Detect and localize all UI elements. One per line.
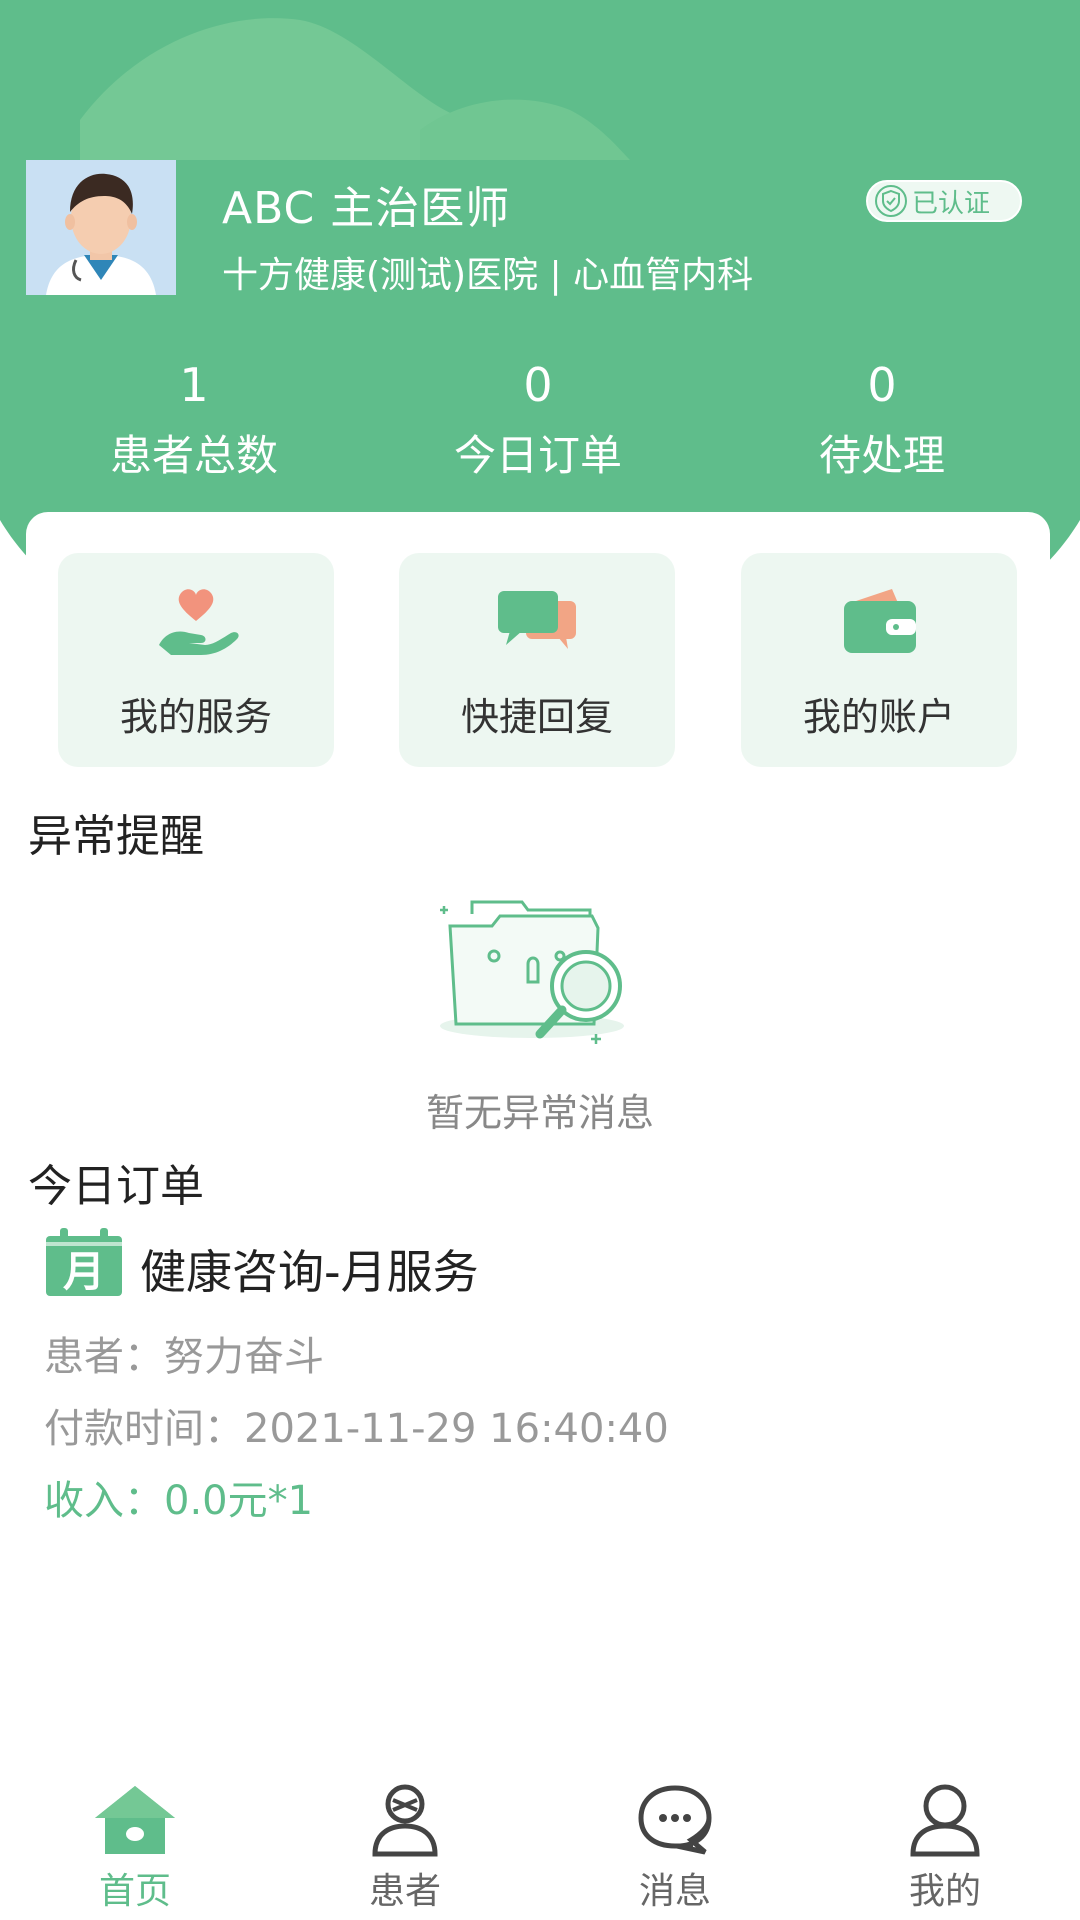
stat-label: 今日订单 [453, 431, 622, 480]
stat-today-orders[interactable]: 0 今日订单 [408, 352, 668, 483]
quick-action-quick-reply[interactable]: 快捷回复 [399, 553, 675, 767]
alerts-section-title: 异常提醒 [28, 811, 204, 862]
home-icon [95, 1786, 175, 1854]
shield-check-icon [875, 185, 907, 217]
tab-label: 患者 [368, 1871, 441, 1912]
quick-action-label: 快捷回复 [460, 695, 613, 739]
alerts-empty-text: 暂无异常消息 [425, 1091, 654, 1135]
quick-action-my-service[interactable]: 我的服务 [58, 553, 334, 767]
quick-action-label: 我的服务 [119, 695, 272, 739]
verified-label: 已认证 [912, 188, 991, 219]
tab-home[interactable]: 首页 [0, 1760, 270, 1920]
stat-pending[interactable]: 0 待处理 [752, 352, 1012, 483]
stat-patients-total[interactable]: 1 患者总数 [64, 352, 324, 483]
wallet-icon [844, 589, 916, 653]
doctor-name: ABC 主治医师 [222, 183, 511, 234]
tab-label: 我的 [908, 1871, 981, 1912]
stat-value: 1 [179, 358, 209, 412]
tab-label: 消息 [638, 1871, 711, 1912]
orders-section-title: 今日订单 [28, 1161, 204, 1212]
message-icon [638, 1785, 712, 1855]
person-icon [910, 1784, 980, 1857]
doctor-avatar-icon [26, 160, 176, 295]
quick-action-label: 我的账户 [802, 695, 955, 739]
calendar-icon-text: 月 [62, 1247, 105, 1296]
stat-value: 0 [523, 358, 553, 412]
heart-hand-icon [159, 589, 239, 655]
bottom-tab-bar: 首页 患者 消息 我的 [0, 1760, 1080, 1920]
order-paid-time: 付款时间：2021-11-29 16:40:40 [44, 1406, 669, 1452]
order-title: 健康咨询-月服务 [140, 1245, 479, 1299]
doctor-avatar[interactable] [26, 160, 176, 295]
stats-row: 1 患者总数 0 今日订单 0 待处理 [0, 352, 1080, 492]
tab-mine[interactable]: 我的 [810, 1760, 1080, 1920]
chat-bubbles-icon [498, 591, 576, 649]
patient-icon [372, 1784, 438, 1857]
tab-messages[interactable]: 消息 [540, 1760, 810, 1920]
tab-patients[interactable]: 患者 [270, 1760, 540, 1920]
stat-label: 患者总数 [109, 431, 278, 480]
verified-badge: 已认证 [866, 180, 1022, 222]
order-income: 收入：0.0元*1 [44, 1478, 314, 1524]
tab-label: 首页 [98, 1871, 171, 1912]
quick-action-my-account[interactable]: 我的账户 [741, 553, 1017, 767]
stat-label: 待处理 [818, 431, 945, 480]
order-patient: 患者：努力奋斗 [44, 1334, 324, 1380]
stat-value: 0 [867, 358, 897, 412]
empty-folder-search-icon [440, 900, 624, 1044]
hospital-department: 十方健康(测试)医院 | 心血管内科 [222, 255, 754, 296]
